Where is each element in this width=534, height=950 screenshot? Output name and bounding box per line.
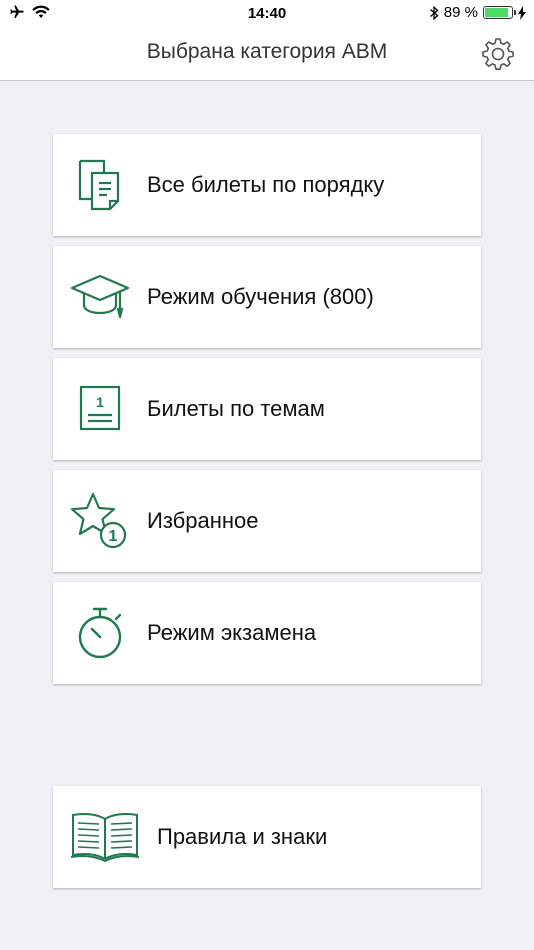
icon-cell: 1 <box>53 358 147 460</box>
menu-item-exam-mode[interactable]: Режим экзамена <box>53 582 481 684</box>
menu-item-label: Все билеты по порядку <box>147 172 385 197</box>
menu-item-label: Правила и знаки <box>157 824 328 849</box>
menu-item-label: Режим обучения (800) <box>147 284 374 309</box>
status-bar: 14:40 89 % <box>0 0 534 28</box>
icon-cell <box>53 786 157 888</box>
nav-bar: Выбрана категория ABM <box>0 28 534 81</box>
page-title: Выбрана категория ABM <box>146 40 388 63</box>
menu-item-tickets-by-topic[interactable]: 1 Билеты по темам <box>53 358 481 460</box>
battery-fill <box>485 8 509 17</box>
status-right: 89 % <box>429 4 526 21</box>
numbered-document-icon: 1 <box>79 385 121 431</box>
star-badge-icon: 1 <box>70 492 127 549</box>
gear-icon <box>482 38 514 70</box>
documents-icon <box>78 159 120 211</box>
battery-percent: 89 % <box>443 4 478 21</box>
battery-icon <box>483 6 516 19</box>
menu-item-label: Режим экзамена <box>147 620 317 645</box>
graduation-cap-icon <box>70 274 130 319</box>
menu-item-favorites[interactable]: 1 Избранное <box>53 470 481 572</box>
numbered-document-digit: 1 <box>96 394 104 410</box>
open-book-icon <box>70 813 140 863</box>
stopwatch-icon <box>78 607 122 659</box>
icon-cell <box>53 246 147 348</box>
charging-icon <box>518 5 526 20</box>
menu-item-learning-mode[interactable]: Режим обучения (800) <box>53 246 481 348</box>
icon-cell <box>53 582 147 684</box>
menu-item-rules-and-signs[interactable]: Правила и знаки <box>53 786 481 888</box>
icon-cell: 1 <box>53 470 147 572</box>
bluetooth-icon <box>429 5 439 20</box>
menu-item-label: Избранное <box>147 508 259 533</box>
star-badge-digit: 1 <box>109 528 118 545</box>
icon-cell <box>53 134 147 236</box>
menu-item-all-tickets[interactable]: Все билеты по порядку <box>53 134 481 236</box>
settings-button[interactable] <box>480 36 516 72</box>
menu-item-label: Билеты по темам <box>147 396 325 421</box>
